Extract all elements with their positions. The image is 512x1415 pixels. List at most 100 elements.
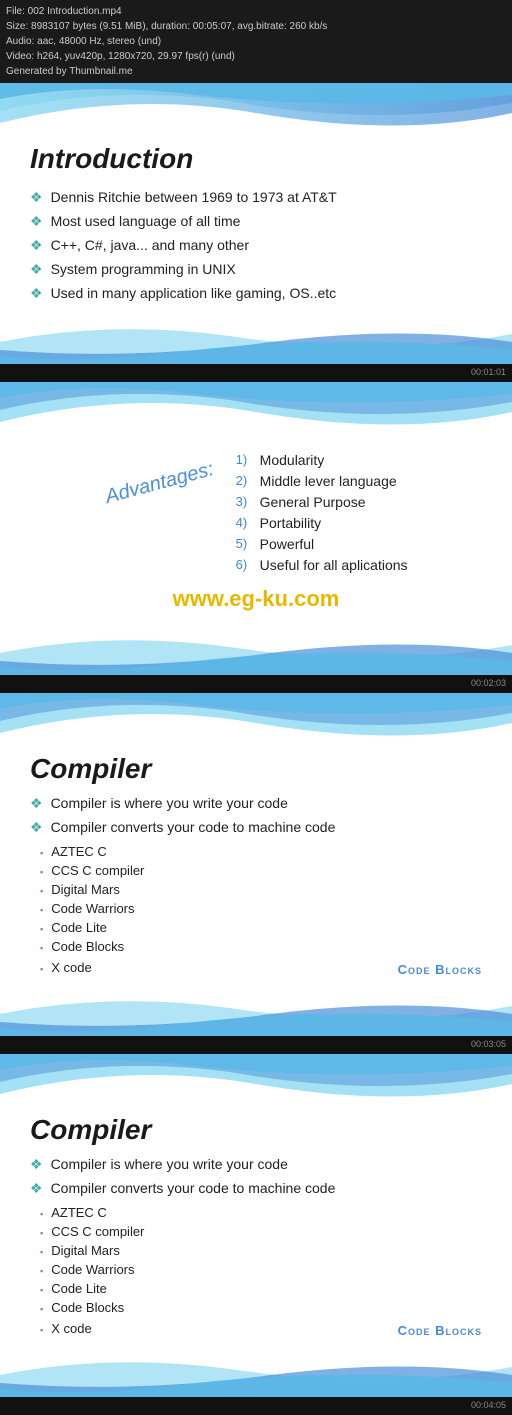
slide-4-bullet-1: ❖ Compiler is where you write your code [30, 1156, 482, 1173]
sq-icon-4-3: ▪ [40, 1247, 43, 1257]
slide-3-title: Compiler [30, 753, 482, 785]
adv-item-3: 3) General Purpose [236, 494, 408, 510]
wave-bottom-4 [0, 1357, 512, 1397]
slide-4: Compiler ❖ Compiler is where you write y… [0, 1054, 512, 1397]
sq-icon-2: ▪ [40, 867, 43, 877]
slide-1: Introduction ❖ Dennis Ritchie between 19… [0, 83, 512, 364]
advantages-label: Advantages: [103, 458, 216, 509]
sq-icon-3: ▪ [40, 886, 43, 896]
slide-1-content: Introduction ❖ Dennis Ritchie between 19… [0, 133, 512, 324]
compiler-item-4-7: ▪ X code Code Blocks [40, 1319, 482, 1338]
wave-bottom-3 [0, 996, 512, 1036]
slide-3-content: Compiler ❖ Compiler is where you write y… [0, 743, 512, 996]
adv-num-6: 6) [236, 557, 254, 573]
diamond-s4-1: ❖ [30, 1156, 43, 1173]
timestamp-4: 00:04:05 [471, 1400, 506, 1410]
file-info-line4: Video: h264, yuv420p, 1280x720, 29.97 fp… [6, 49, 506, 64]
sq-icon-4-1: ▪ [40, 1209, 43, 1219]
sq-icon-7: ▪ [40, 964, 43, 974]
timestamp-1: 00:01:01 [471, 367, 506, 377]
compiler-item-4-5: ▪ Code Lite [40, 1281, 482, 1296]
diamond-s3-1: ❖ [30, 795, 43, 812]
slide-1-bullet-2: ❖ Most used language of all time [30, 213, 482, 230]
compiler-item-1: ▪ AZTEC C [40, 844, 482, 859]
sq-icon-4-6: ▪ [40, 1304, 43, 1314]
adv-num-5: 5) [236, 536, 254, 552]
sq-icon-4-2: ▪ [40, 1228, 43, 1238]
timestamp-2: 00:02:03 [471, 678, 506, 688]
slide-3: Compiler ❖ Compiler is where you write y… [0, 693, 512, 1036]
slide-1-bullet-4: ❖ System programming in UNIX [30, 261, 482, 278]
separator-3: 00:03:05 [0, 1036, 512, 1054]
compiler-item-4-6: ▪ Code Blocks [40, 1300, 482, 1315]
slide-4-inner: Compiler ❖ Compiler is where you write y… [0, 1054, 512, 1397]
adv-num-4: 4) [236, 515, 254, 531]
adv-item-5: 5) Powerful [236, 536, 408, 552]
adv-num-1: 1) [236, 452, 254, 468]
compiler-item-4-4: ▪ Code Warriors [40, 1262, 482, 1277]
slide-2-inner: Advantages: 1) Modularity 2) Middle leve… [0, 382, 512, 675]
code-blocks-highlight-3: Code Blocks [398, 962, 482, 977]
slide-3-main-bullets: ❖ Compiler is where you write your code … [30, 795, 482, 836]
slide-1-bullet-1: ❖ Dennis Ritchie between 1969 to 1973 at… [30, 189, 482, 206]
slide-4-content: Compiler ❖ Compiler is where you write y… [0, 1104, 512, 1357]
file-info-line5: Generated by Thumbnail.me [6, 64, 506, 79]
separator-2: 00:02:03 [0, 675, 512, 693]
wave-top-1 [0, 83, 512, 133]
advantages-inner: Advantages: 1) Modularity 2) Middle leve… [104, 452, 407, 578]
adv-item-1: 1) Modularity [236, 452, 408, 468]
slide-3-bullet-1: ❖ Compiler is where you write your code [30, 795, 482, 812]
diamond-icon-1: ❖ [30, 189, 43, 206]
adv-item-2: 2) Middle lever language [236, 473, 408, 489]
sq-icon-6: ▪ [40, 943, 43, 953]
compiler-item-5: ▪ Code Lite [40, 920, 482, 935]
compiler-item-6: ▪ Code Blocks [40, 939, 482, 954]
file-info-bar: File: 002 Introduction.mp4 Size: 8983107… [0, 0, 512, 83]
diamond-icon-5: ❖ [30, 285, 43, 302]
diamond-s3-2: ❖ [30, 819, 43, 836]
compiler-item-4-3: ▪ Digital Mars [40, 1243, 482, 1258]
slide-1-bullet-5: ❖ Used in many application like gaming, … [30, 285, 482, 302]
adv-num-3: 3) [236, 494, 254, 510]
wave-bottom-1 [0, 324, 512, 364]
sq-icon-4-7: ▪ [40, 1325, 43, 1335]
compiler-item-3: ▪ Digital Mars [40, 882, 482, 897]
compiler-item-4-2: ▪ CCS C compiler [40, 1224, 482, 1239]
slide-4-bullet-2: ❖ Compiler converts your code to machine… [30, 1180, 482, 1197]
compiler-item-2: ▪ CCS C compiler [40, 863, 482, 878]
file-info-line3: Audio: aac, 48000 Hz, stereo (und) [6, 34, 506, 49]
slide-3-bullet-2: ❖ Compiler converts your code to machine… [30, 819, 482, 836]
advantages-list: 1) Modularity 2) Middle lever language 3… [236, 452, 408, 578]
diamond-icon-2: ❖ [30, 213, 43, 230]
sq-icon-4-4: ▪ [40, 1266, 43, 1276]
slide-1-inner: Introduction ❖ Dennis Ritchie between 19… [0, 83, 512, 364]
diamond-s4-2: ❖ [30, 1180, 43, 1197]
file-info-line2: Size: 8983107 bytes (9.51 MiB), duration… [6, 19, 506, 34]
sq-icon-5: ▪ [40, 924, 43, 934]
wave-top-4 [0, 1054, 512, 1104]
adv-num-2: 2) [236, 473, 254, 489]
compiler-item-4-1: ▪ AZTEC C [40, 1205, 482, 1220]
slide-1-bullet-3: ❖ C++, C#, java... and many other [30, 237, 482, 254]
slide-4-title: Compiler [30, 1114, 482, 1146]
wave-top-3 [0, 693, 512, 743]
slide-4-main-bullets: ❖ Compiler is where you write your code … [30, 1156, 482, 1197]
slide-3-inner: Compiler ❖ Compiler is where you write y… [0, 693, 512, 1036]
compiler-item-7: ▪ X code Code Blocks [40, 958, 482, 977]
compiler-list-4: ▪ AZTEC C ▪ CCS C compiler ▪ Digital Mar… [30, 1205, 482, 1338]
sq-icon-1: ▪ [40, 848, 43, 858]
compiler-list-3: ▪ AZTEC C ▪ CCS C compiler ▪ Digital Mar… [30, 844, 482, 977]
adv-item-6: 6) Useful for all aplications [236, 557, 408, 573]
wave-bottom-2 [0, 635, 512, 675]
sq-icon-4-5: ▪ [40, 1285, 43, 1295]
timestamp-3: 00:03:05 [471, 1039, 506, 1049]
code-blocks-highlight-4: Code Blocks [398, 1323, 482, 1338]
slide-2: Advantages: 1) Modularity 2) Middle leve… [0, 382, 512, 675]
slide-2-content: Advantages: 1) Modularity 2) Middle leve… [0, 432, 512, 635]
file-info-line1: File: 002 Introduction.mp4 [6, 4, 506, 19]
website-url: www.eg-ku.com [173, 586, 340, 620]
separator-1: 00:01:01 [0, 364, 512, 382]
slide-1-title: Introduction [30, 143, 482, 175]
diamond-icon-4: ❖ [30, 261, 43, 278]
separator-4: 00:04:05 [0, 1397, 512, 1415]
